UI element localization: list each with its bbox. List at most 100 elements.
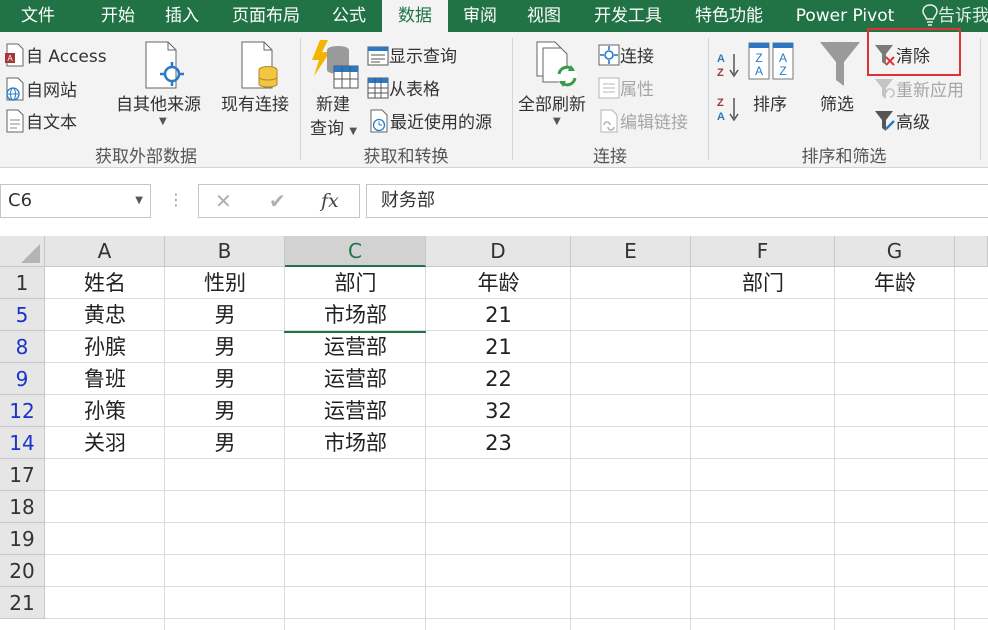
reapply-button[interactable]: 重新应用	[874, 76, 964, 101]
cell-e18[interactable]	[571, 491, 691, 523]
tab-insert[interactable]: 插入	[152, 0, 212, 32]
name-box[interactable]: C6 ▼	[0, 184, 151, 218]
drag-handle-icon[interactable]: ⋮	[168, 190, 184, 212]
cell-f5[interactable]	[691, 299, 835, 331]
cell-f18[interactable]	[691, 491, 835, 523]
row-header-5[interactable]: 5	[0, 299, 45, 331]
cell-d5[interactable]: 21	[426, 299, 571, 331]
cell-g14[interactable]	[835, 427, 955, 459]
cell-c14[interactable]: 市场部	[285, 427, 426, 459]
cell-a5[interactable]: 黄忠	[45, 299, 165, 331]
from-text-button[interactable]: 自文本	[4, 108, 77, 133]
formula-input[interactable]: 财务部	[366, 184, 988, 218]
row-header-1[interactable]: 1	[0, 267, 45, 299]
connections-button[interactable]: 连接	[598, 42, 654, 67]
cell-c8[interactable]: 运营部	[285, 331, 426, 363]
cell-c12[interactable]: 运营部	[285, 395, 426, 427]
tab-page-layout[interactable]: 页面布局	[222, 0, 310, 32]
cell-e19[interactable]	[571, 523, 691, 555]
cell-d17[interactable]	[426, 459, 571, 491]
cell-c19[interactable]	[285, 523, 426, 555]
cell-a18[interactable]	[45, 491, 165, 523]
cell-f1[interactable]: 部门	[691, 267, 835, 299]
cell-d9[interactable]: 22	[426, 363, 571, 395]
cell-g18[interactable]	[835, 491, 955, 523]
cell-e5[interactable]	[571, 299, 691, 331]
cell-a9[interactable]: 鲁班	[45, 363, 165, 395]
insert-function-icon[interactable]: fx	[321, 185, 339, 217]
cell-g12[interactable]	[835, 395, 955, 427]
cell-a1[interactable]: 姓名	[45, 267, 165, 299]
cell-f12[interactable]	[691, 395, 835, 427]
enter-icon[interactable]: ✔	[269, 185, 286, 217]
cell-g20[interactable]	[835, 555, 955, 587]
from-web-button[interactable]: 自网站	[4, 76, 77, 101]
cell-c1[interactable]: 部门	[285, 267, 426, 299]
cell-d12[interactable]: 32	[426, 395, 571, 427]
cell-b18[interactable]	[165, 491, 285, 523]
cell-e20[interactable]	[571, 555, 691, 587]
row-header-21[interactable]: 21	[0, 587, 45, 619]
cell-g9[interactable]	[835, 363, 955, 395]
cell-f8[interactable]	[691, 331, 835, 363]
show-queries-button[interactable]: 显示查询	[367, 42, 457, 67]
column-header-d[interactable]: D	[426, 236, 571, 267]
sort-descending-icon[interactable]: Z A	[716, 94, 740, 122]
cell-f9[interactable]	[691, 363, 835, 395]
cell-c5[interactable]: 市场部	[285, 299, 426, 331]
cancel-icon[interactable]: ✕	[215, 185, 232, 217]
tab-review[interactable]: 审阅	[450, 0, 510, 32]
cell-c18[interactable]	[285, 491, 426, 523]
cell-e17[interactable]	[571, 459, 691, 491]
tab-developer[interactable]: 开发工具	[584, 0, 672, 32]
cell-g8[interactable]	[835, 331, 955, 363]
cell-b17[interactable]	[165, 459, 285, 491]
cell-a17[interactable]	[45, 459, 165, 491]
cell-f21[interactable]	[691, 587, 835, 619]
column-header-next[interactable]	[955, 236, 988, 267]
chevron-down-icon[interactable]: ▼	[135, 185, 143, 217]
cell-b5[interactable]: 男	[165, 299, 285, 331]
cell-b19[interactable]	[165, 523, 285, 555]
column-header-b[interactable]: B	[165, 236, 285, 267]
cell-g5[interactable]	[835, 299, 955, 331]
cell-a21[interactable]	[45, 587, 165, 619]
cell-b8[interactable]: 男	[165, 331, 285, 363]
from-access-button[interactable]: A 自 Access	[4, 42, 107, 67]
cell-d1[interactable]: 年龄	[426, 267, 571, 299]
cell-f19[interactable]	[691, 523, 835, 555]
cell-b14[interactable]: 男	[165, 427, 285, 459]
cell-a14[interactable]: 关羽	[45, 427, 165, 459]
cell-a8[interactable]: 孙膑	[45, 331, 165, 363]
properties-button[interactable]: 属性	[598, 75, 654, 100]
cell-a20[interactable]	[45, 555, 165, 587]
column-header-a[interactable]: A	[45, 236, 165, 267]
cell-b9[interactable]: 男	[165, 363, 285, 395]
column-header-f[interactable]: F	[691, 236, 835, 267]
cell-c21[interactable]	[285, 587, 426, 619]
sort-ascending-icon[interactable]: A Z	[716, 50, 740, 78]
row-header-20[interactable]: 20	[0, 555, 45, 587]
cell-e8[interactable]	[571, 331, 691, 363]
cell-g1[interactable]: 年龄	[835, 267, 955, 299]
tab-special-features[interactable]: 特色功能	[684, 0, 774, 32]
cell-b21[interactable]	[165, 587, 285, 619]
cell-g17[interactable]	[835, 459, 955, 491]
cell-c9[interactable]: 运营部	[285, 363, 426, 395]
cell-d14[interactable]: 23	[426, 427, 571, 459]
cell-b1[interactable]: 性别	[165, 267, 285, 299]
tab-view[interactable]: 视图	[514, 0, 574, 32]
tab-file[interactable]: 文件	[0, 0, 76, 32]
cell-d18[interactable]	[426, 491, 571, 523]
cell-e12[interactable]	[571, 395, 691, 427]
cell-c20[interactable]	[285, 555, 426, 587]
edit-links-button[interactable]: 编辑链接	[598, 108, 688, 133]
cell-f14[interactable]	[691, 427, 835, 459]
tab-home[interactable]: 开始	[88, 0, 148, 32]
row-header-9[interactable]: 9	[0, 363, 45, 395]
cell-d20[interactable]	[426, 555, 571, 587]
cell-d19[interactable]	[426, 523, 571, 555]
cell-a19[interactable]	[45, 523, 165, 555]
row-header-8[interactable]: 8	[0, 331, 45, 363]
column-header-c[interactable]: C	[285, 236, 426, 267]
